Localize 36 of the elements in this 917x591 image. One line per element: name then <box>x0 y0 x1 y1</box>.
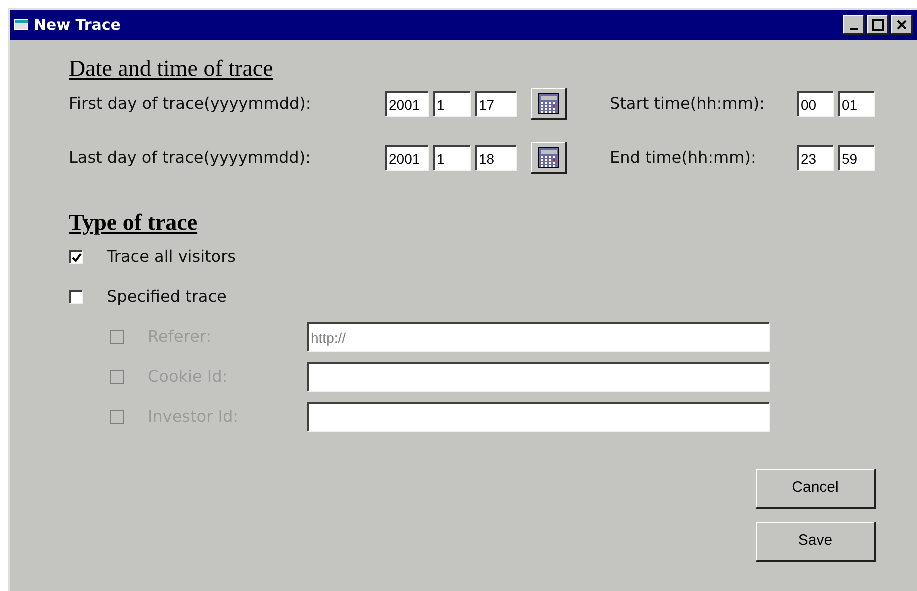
section-heading: Date and time of trace <box>69 55 274 83</box>
time-field[interactable]: 01 <box>838 91 875 117</box>
time-field[interactable]: 00 <box>797 91 834 117</box>
minimize-icon <box>850 28 858 30</box>
date-field[interactable]: 1 <box>433 91 471 117</box>
date-field[interactable]: 17 <box>475 91 517 117</box>
date-field[interactable]: 1 <box>433 145 471 171</box>
calendar-icon <box>538 92 560 114</box>
time-field[interactable]: 23 <box>797 145 834 171</box>
time-label: End time(hh:mm): <box>610 147 758 169</box>
date-label: First day of trace(yyyymmdd): <box>69 93 312 115</box>
dialog-button[interactable]: Save <box>756 522 876 562</box>
text-field[interactable] <box>307 402 770 432</box>
time-label: Start time(hh:mm): <box>610 93 766 115</box>
minimize-button[interactable] <box>843 15 865 35</box>
date-field[interactable]: 18 <box>475 145 517 171</box>
dialog-button[interactable]: Cancel <box>756 469 876 509</box>
maximize-icon <box>872 18 884 30</box>
close-icon <box>896 18 908 30</box>
window-icon <box>14 18 30 32</box>
text-field[interactable] <box>307 362 770 392</box>
window-title: New Trace <box>34 14 121 36</box>
date-field[interactable]: 2001 <box>385 91 429 117</box>
date-label: Last day of trace(yyyymmdd): <box>69 147 312 169</box>
section-heading: Type of trace <box>69 209 198 237</box>
checkbox[interactable] <box>69 290 83 304</box>
calendar-icon <box>538 146 560 168</box>
option-label: Trace all visitors <box>107 246 236 268</box>
checkbox[interactable] <box>69 250 83 264</box>
calendar-button[interactable] <box>531 142 567 174</box>
time-field[interactable]: 59 <box>838 145 875 171</box>
option-label: Specified trace <box>107 286 227 308</box>
calendar-button[interactable] <box>531 88 567 120</box>
date-field[interactable]: 2001 <box>385 145 429 171</box>
maximize-button[interactable] <box>867 15 889 35</box>
close-button[interactable] <box>891 15 913 35</box>
